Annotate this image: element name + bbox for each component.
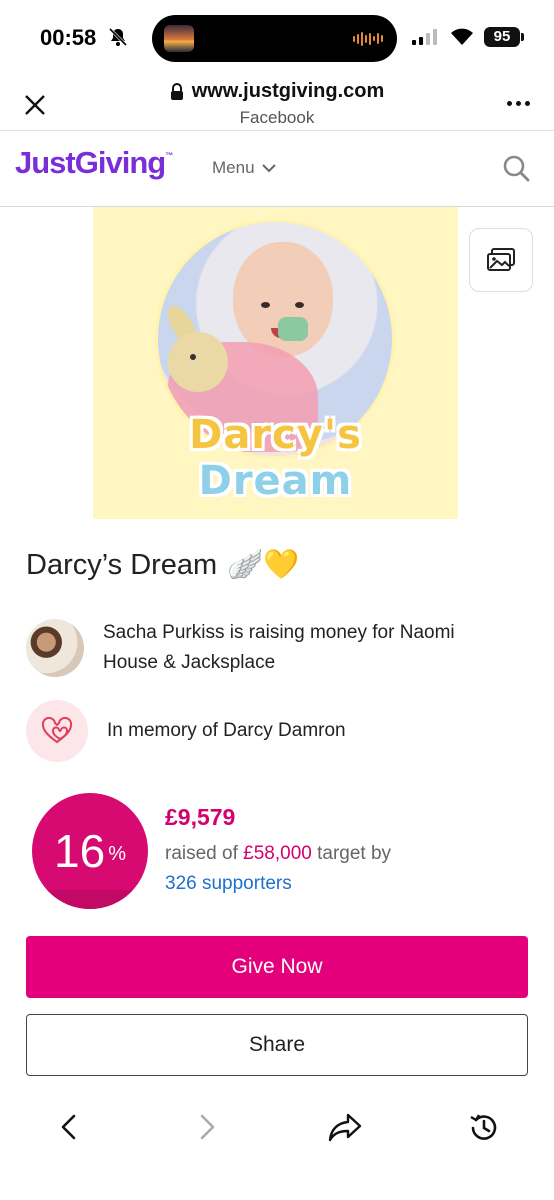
- memory-row: In memory of Darcy Damron: [26, 700, 346, 762]
- page-title: Darcy’s Dream 🪽💛: [26, 548, 300, 582]
- hero-title-artwork: Darcy's Dream: [189, 412, 362, 504]
- more-icon[interactable]: [507, 101, 530, 106]
- title-emoji: 🪽💛: [227, 549, 300, 581]
- menu-button[interactable]: Menu: [212, 158, 276, 178]
- url-text: www.justgiving.com: [191, 80, 385, 102]
- audio-waveform-icon: [353, 31, 383, 46]
- wifi-icon: [451, 28, 473, 45]
- organiser-text: Sacha Purkiss is raising money for Naomi…: [103, 622, 455, 673]
- lock-icon: [170, 82, 183, 100]
- progress-percent: 16%: [54, 825, 126, 877]
- gallery-button[interactable]: [469, 228, 533, 292]
- heart-icon: [26, 700, 88, 762]
- progress-fill: [32, 890, 148, 909]
- cellular-signal-icon: [412, 29, 437, 45]
- menu-label: Menu: [212, 158, 255, 177]
- gallery-icon: [487, 248, 515, 271]
- status-bar: 00:58 95: [0, 0, 554, 75]
- give-now-button[interactable]: Give Now: [26, 936, 528, 998]
- chevron-down-icon: [261, 163, 276, 172]
- amount-raised: £9,579: [165, 804, 236, 830]
- browser-toolbar: [0, 1090, 554, 1200]
- dynamic-island[interactable]: [152, 15, 397, 62]
- referrer-text: Facebook: [239, 107, 315, 127]
- avatar: [26, 619, 84, 677]
- history-icon[interactable]: [468, 1112, 500, 1144]
- justgiving-logo[interactable]: JustGiving™: [15, 145, 173, 181]
- battery-indicator: 95: [484, 27, 524, 47]
- bell-off-icon: [108, 27, 128, 47]
- status-time: 00:58: [40, 25, 97, 50]
- site-header: JustGiving™ Menu: [0, 131, 554, 207]
- back-icon[interactable]: [58, 1112, 80, 1142]
- organiser-row[interactable]: Sacha Purkiss is raising money for Naomi…: [26, 618, 513, 678]
- hero-image[interactable]: Darcy's Dream: [93, 207, 458, 519]
- share-button[interactable]: Share: [26, 1014, 528, 1076]
- share-icon[interactable]: [328, 1112, 362, 1142]
- fundraising-stats: £9,579 raised of £58,000 target by 326 s…: [165, 804, 391, 895]
- target-text: raised of £58,000 target by: [165, 843, 392, 864]
- forward-icon: [200, 1114, 215, 1140]
- browser-bar: www.justgiving.com Facebook: [0, 75, 554, 131]
- address-bar[interactable]: www.justgiving.com Facebook: [0, 80, 554, 128]
- progress-circle: 16%: [32, 793, 148, 909]
- media-thumbnail: [164, 25, 194, 52]
- supporters-link[interactable]: 326 supporters: [165, 873, 391, 895]
- memory-text: In memory of Darcy Damron: [107, 720, 346, 741]
- search-icon[interactable]: [502, 154, 530, 182]
